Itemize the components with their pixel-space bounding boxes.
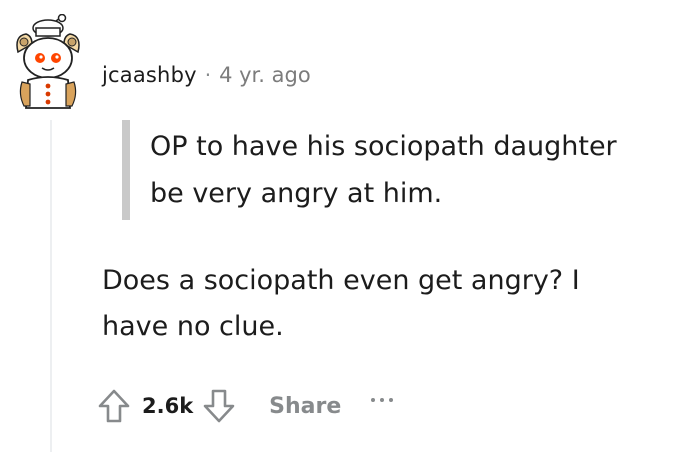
comment-actions: 2.6k Share — [94, 380, 394, 432]
blockquote: OP to have his sociopath daughter be ver… — [122, 120, 692, 220]
downvote-button[interactable] — [199, 384, 239, 428]
ellipsis-icon — [380, 398, 385, 402]
thread-line[interactable] — [50, 120, 52, 452]
ellipsis-icon — [389, 398, 394, 402]
arrow-up-icon — [98, 389, 130, 423]
quote-text: OP to have his sociopath daughter be ver… — [150, 131, 617, 209]
upvote-button[interactable] — [94, 384, 134, 428]
avatar[interactable] — [8, 13, 88, 110]
separator-dot: · — [204, 63, 212, 87]
comment-meta: jcaashby · 4 yr. ago — [102, 60, 311, 90]
share-button[interactable]: Share — [269, 394, 341, 419]
more-options-button[interactable] — [371, 385, 394, 415]
snoo-avatar-icon — [16, 13, 80, 109]
timestamp[interactable]: 4 yr. ago — [219, 63, 311, 87]
ellipsis-icon — [371, 398, 376, 402]
arrow-down-icon — [203, 389, 235, 423]
vote-score: 2.6k — [142, 394, 194, 418]
username[interactable]: jcaashby — [102, 63, 197, 87]
comment-body: Does a sociopath even get angry? I have … — [102, 265, 580, 342]
